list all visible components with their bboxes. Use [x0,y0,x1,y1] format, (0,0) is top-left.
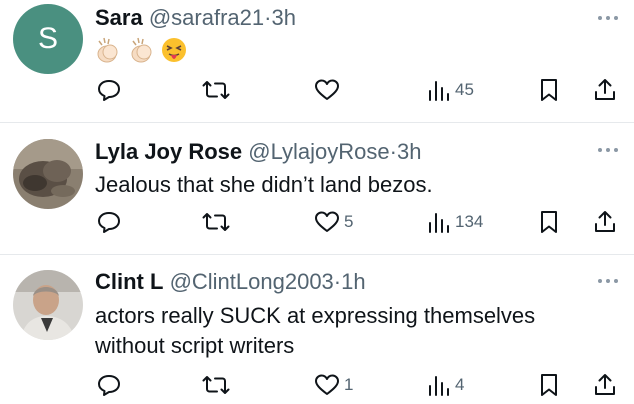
bookmark-button[interactable] [539,372,559,398]
tweet[interactable]: S Sara @sarafra21·3h 45 [0,0,634,122]
share-button[interactable] [593,372,617,398]
display-name[interactable]: Clint L [95,269,163,294]
views-button[interactable]: 45 [427,77,474,103]
views-icon [429,376,449,396]
bookmark-icon [541,374,557,396]
share-icon [595,79,615,100]
reply-icon [98,375,120,396]
reply-icon [98,212,120,233]
view-count: 45 [455,80,474,99]
retweet-button[interactable] [202,209,234,235]
reply-icon [98,80,120,101]
tweet-header: Sara @sarafra21·3h [95,5,296,31]
view-count: 4 [455,375,465,394]
timestamp[interactable]: 3h [271,5,295,30]
retweet-icon [202,81,230,99]
retweet-button[interactable] [202,372,234,398]
like-icon [315,79,339,100]
reply-button[interactable] [96,209,126,235]
timestamp[interactable]: 3h [397,139,421,164]
user-handle[interactable]: @LylajoyRose [248,139,389,164]
share-icon [595,211,615,232]
avatar[interactable] [13,270,83,340]
retweet-button[interactable] [202,77,234,103]
views-button[interactable]: 4 [427,372,464,398]
like-icon [315,211,339,232]
separator-dot: · [389,139,397,164]
tweet[interactable]: Clint L @ClintLong2003·1h actors really … [0,255,634,404]
tweet-actions: 1 4 [0,372,634,398]
more-icon[interactable] [598,148,618,154]
more-icon[interactable] [598,16,618,22]
tweet-text-line: without script writers [95,333,295,358]
tweet-actions: 45 [0,77,634,103]
like-icon [315,374,339,395]
tweet-actions: 5 134 [0,209,634,235]
display-name[interactable]: Sara [95,5,143,30]
bookmark-icon [541,79,557,101]
share-icon [595,374,615,395]
reply-button[interactable] [96,372,126,398]
user-handle[interactable]: @ClintLong2003 [170,269,334,294]
like-count: 5 [344,212,354,231]
tweet-header: Clint L @ClintLong2003·1h [95,269,366,295]
tweet-text: Jealous that she didn’t land bezos. [95,172,433,197]
display-name[interactable]: Lyla Joy Rose [95,139,242,164]
reply-button[interactable] [96,77,126,103]
bookmark-button[interactable] [539,77,559,103]
user-handle[interactable]: @sarafra21 [149,5,264,30]
tweet[interactable]: Lyla Joy Rose @LylajoyRose·3h Jealous th… [0,123,634,254]
like-button[interactable]: 1 [314,372,353,398]
avatar[interactable] [13,139,83,209]
tweet-header: Lyla Joy Rose @LylajoyRose·3h [95,139,421,165]
tweet-text: actors really SUCK at expressing themsel… [95,301,535,361]
share-button[interactable] [593,77,617,103]
more-icon[interactable] [598,279,618,285]
bookmark-icon [541,211,557,233]
views-button[interactable]: 134 [427,209,483,235]
like-count: 1 [344,375,354,394]
clapping-hands-emoji [131,37,152,63]
like-button[interactable]: 5 [314,209,353,235]
retweet-icon [202,213,230,231]
view-count: 134 [455,212,484,231]
avatar[interactable]: S [13,4,83,74]
tweet-text-line: actors really SUCK at expressing themsel… [95,303,536,328]
squinting-tongue-face-emoji [162,38,186,62]
views-icon [429,213,449,233]
bookmark-button[interactable] [539,209,559,235]
retweet-icon [202,376,230,394]
views-icon [429,81,449,101]
clapping-hands-emoji [97,37,118,63]
share-button[interactable] [593,209,617,235]
timestamp[interactable]: 1h [341,269,365,294]
like-button[interactable] [314,77,344,103]
tweet-text [95,35,195,65]
